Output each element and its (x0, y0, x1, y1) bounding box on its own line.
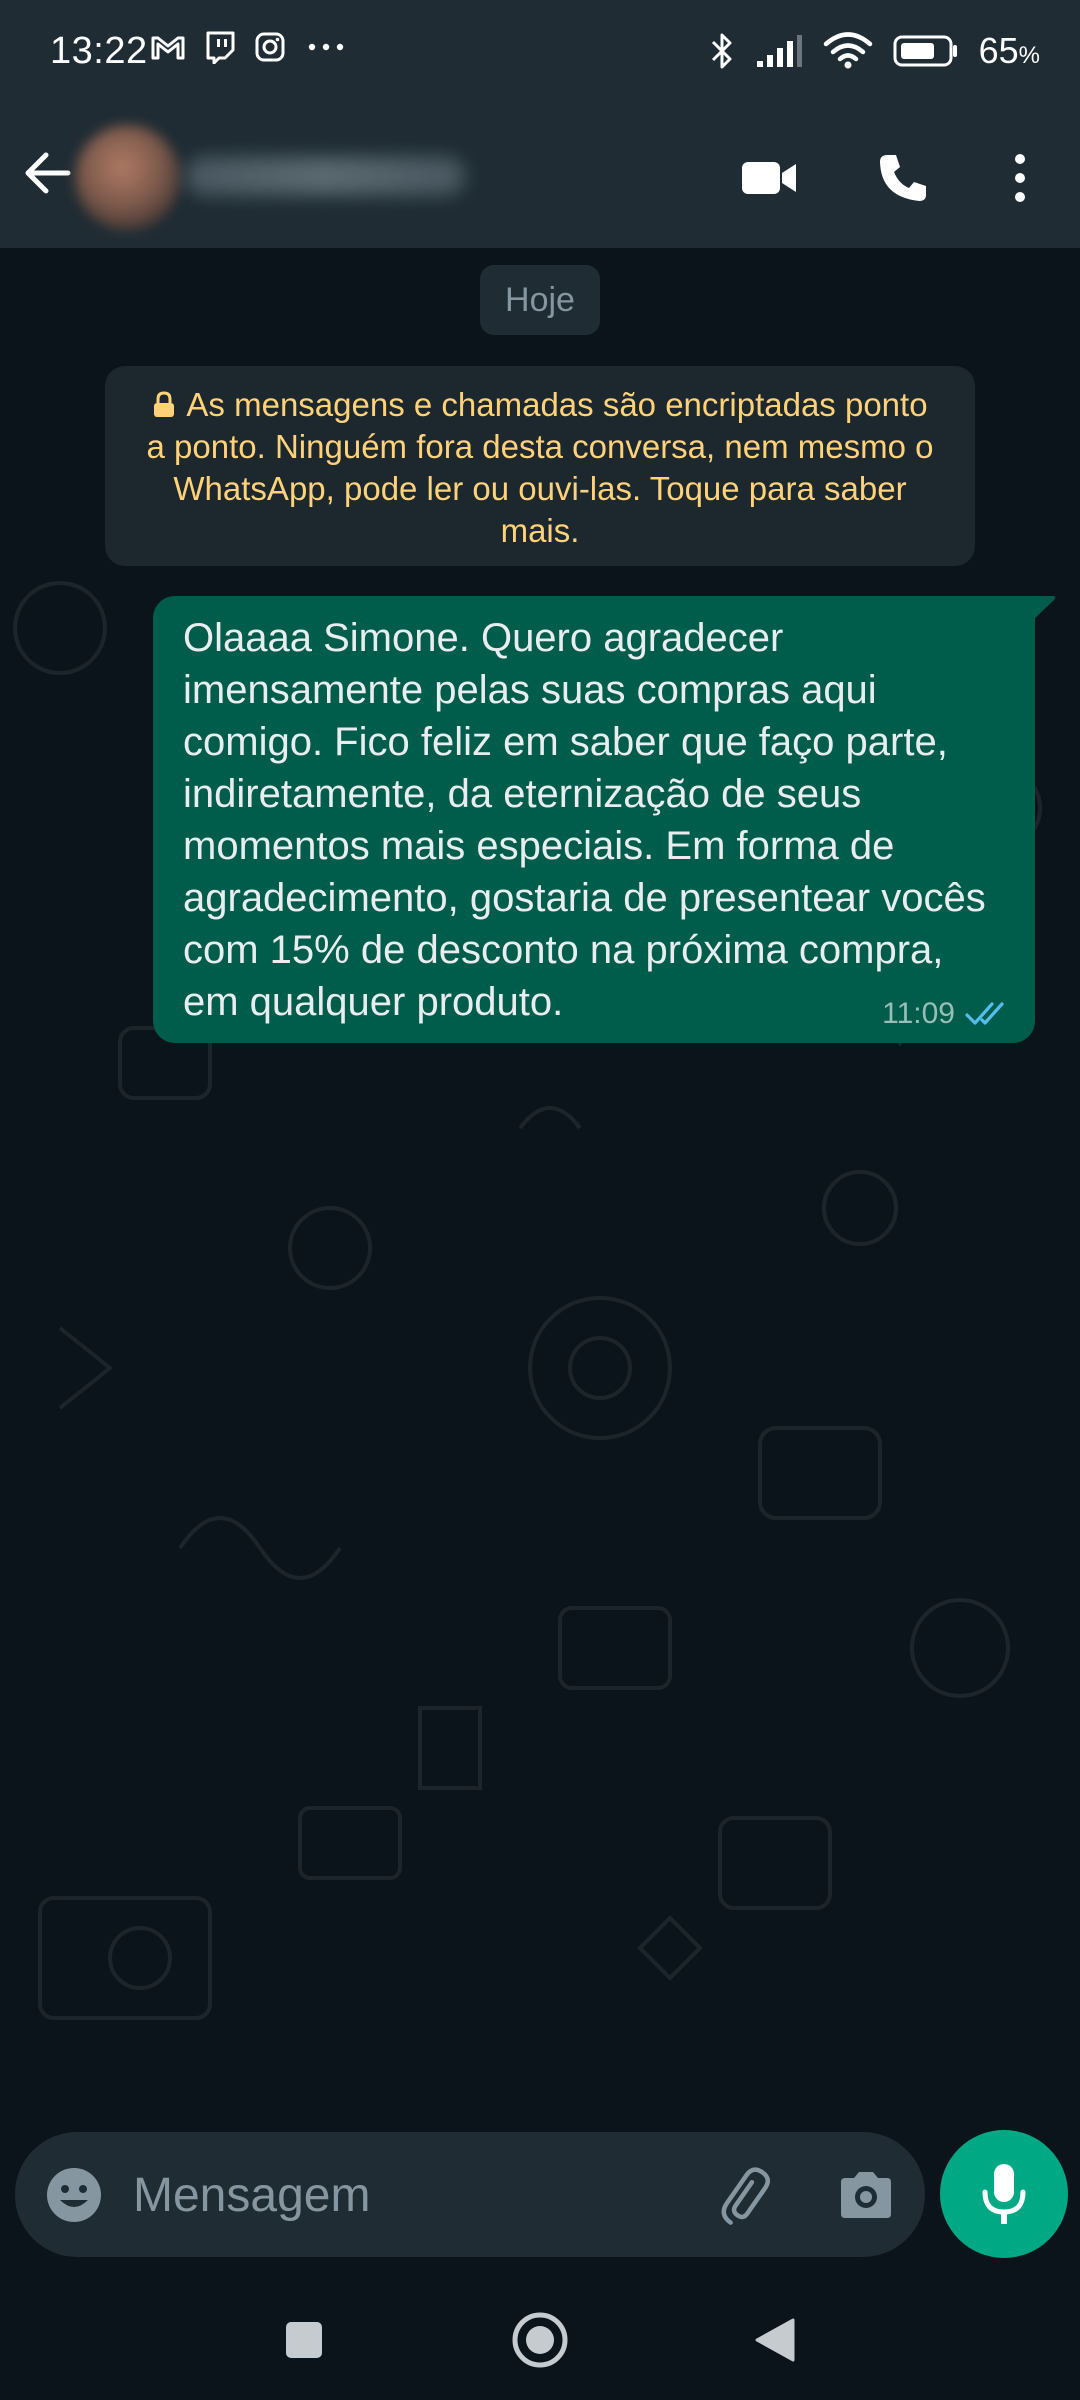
back-triangle-icon (755, 2318, 795, 2362)
read-ticks-icon (965, 1002, 1004, 1025)
message-composer[interactable]: Mensagem (15, 2132, 925, 2257)
overflow-menu-icon (1015, 154, 1025, 202)
wifi-icon (823, 32, 872, 69)
bluetooth-icon (711, 33, 732, 69)
home-button[interactable] (510, 2310, 570, 2370)
message-time: 11:09 (882, 997, 955, 1030)
recents-square-icon (286, 2322, 322, 2358)
nav-back-button[interactable] (745, 2310, 805, 2370)
battery-percent: 65% (978, 30, 1040, 71)
phone-call-icon (880, 155, 926, 201)
message-text: Olaaaa Simone. Quero agradecer imensamen… (183, 616, 986, 1024)
gmail-icon (151, 36, 185, 60)
status-bar: 13:22 65% (0, 0, 1080, 105)
video-call-icon (742, 162, 796, 194)
status-time: 13:22 (50, 30, 148, 72)
signal-icon (756, 35, 802, 67)
voice-message-button[interactable] (940, 2130, 1068, 2258)
lock-icon (154, 391, 175, 417)
chat-area[interactable]: Hoje As mensagens e chamadas são encript… (0, 248, 1080, 2120)
attach-button[interactable] (710, 2162, 776, 2228)
emoji-icon (47, 2168, 101, 2222)
encryption-notice[interactable]: As mensagens e chamadas são encriptadas … (105, 366, 975, 566)
emoji-button[interactable] (43, 2164, 105, 2226)
outgoing-message[interactable]: Olaaaa Simone. Quero agradecer imensamen… (153, 596, 1056, 1043)
paperclip-icon (721, 2167, 771, 2225)
battery-icon (893, 35, 957, 67)
back-button[interactable] (18, 143, 78, 203)
instagram-icon (255, 32, 285, 62)
camera-icon (841, 2172, 891, 2218)
system-icons: 65% (709, 30, 1040, 72)
overflow-menu-button[interactable] (985, 143, 1055, 213)
microphone-icon (982, 2164, 1026, 2224)
camera-button[interactable] (835, 2164, 897, 2226)
date-separator: Hoje (480, 265, 600, 335)
chat-header (0, 105, 1080, 248)
voice-call-button[interactable] (868, 143, 938, 213)
home-circle-icon (512, 2312, 568, 2368)
notification-icons (150, 30, 348, 64)
encryption-notice-text: As mensagens e chamadas são encriptadas … (146, 386, 934, 549)
contact-avatar[interactable] (75, 125, 180, 230)
more-dots-icon (308, 43, 344, 51)
message-input[interactable]: Mensagem (133, 2168, 370, 2223)
system-nav-bar (0, 2270, 1080, 2400)
bubble-tail (1033, 596, 1056, 620)
video-call-button[interactable] (735, 143, 805, 213)
back-arrow-icon (25, 152, 71, 194)
contact-name-redacted[interactable] (185, 157, 465, 195)
message-meta: 11:09 (882, 997, 1011, 1031)
recents-button[interactable] (274, 2310, 334, 2370)
twitch-icon (206, 31, 235, 64)
